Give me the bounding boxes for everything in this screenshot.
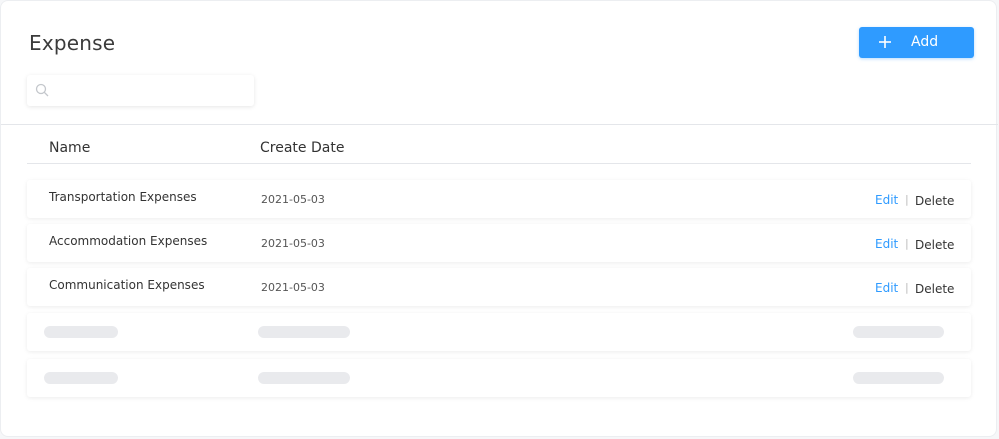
skeleton-bar — [258, 372, 350, 384]
skeleton-bar — [44, 326, 118, 338]
column-header-create-date: Create Date — [260, 140, 345, 156]
skeleton-row — [27, 313, 971, 351]
row-create-date: 2021-05-03 — [261, 237, 325, 250]
add-button[interactable]: Add — [859, 27, 974, 58]
add-button-label: Add — [911, 34, 939, 50]
table-row: Communication Expenses 2021-05-03 Edit |… — [27, 268, 971, 306]
search-input[interactable] — [55, 81, 245, 100]
search-icon — [35, 83, 49, 97]
action-separator: | — [905, 237, 909, 250]
table-header-line — [27, 163, 971, 164]
edit-link[interactable]: Edit — [875, 237, 898, 251]
skeleton-bar — [44, 372, 118, 384]
row-name: Accommodation Expenses — [49, 234, 208, 248]
search-box[interactable] — [27, 75, 254, 106]
skeleton-bar — [853, 372, 944, 384]
row-create-date: 2021-05-03 — [261, 193, 325, 206]
row-name: Transportation Expenses — [49, 190, 197, 204]
expense-card: Expense Add Name Create Date Transportat… — [0, 0, 998, 437]
delete-link[interactable]: Delete — [915, 238, 954, 252]
row-name: Communication Expenses — [49, 278, 205, 292]
plus-icon — [879, 36, 891, 48]
skeleton-bar — [258, 326, 350, 338]
edit-link[interactable]: Edit — [875, 281, 898, 295]
skeleton-row — [27, 359, 971, 397]
action-separator: | — [905, 281, 909, 294]
column-header-name: Name — [49, 140, 91, 156]
page-title: Expense — [29, 31, 116, 55]
delete-link[interactable]: Delete — [915, 194, 954, 208]
table-row: Transportation Expenses 2021-05-03 Edit … — [27, 180, 971, 218]
table-row: Accommodation Expenses 2021-05-03 Edit |… — [27, 224, 971, 262]
edit-link[interactable]: Edit — [875, 193, 898, 207]
row-create-date: 2021-05-03 — [261, 281, 325, 294]
header-divider — [1, 124, 998, 125]
action-separator: | — [905, 193, 909, 206]
skeleton-bar — [853, 326, 944, 338]
delete-link[interactable]: Delete — [915, 282, 954, 296]
